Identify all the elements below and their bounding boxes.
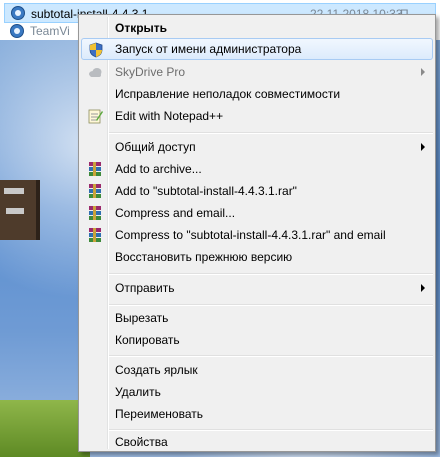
winrar-icon	[89, 184, 101, 198]
menu-item-label: Add to "subtotal-install-4.4.3.1.rar"	[115, 184, 297, 198]
menu-item-label: Исправление неполадок совместимости	[115, 87, 341, 101]
submenu-arrow-icon	[421, 68, 425, 76]
menu-item-rename[interactable]: Переименовать	[81, 403, 433, 425]
submenu-arrow-icon	[421, 143, 425, 151]
menu-item-label: Edit with Notepad++	[115, 109, 224, 123]
menu-item-delete[interactable]: Удалить	[81, 381, 433, 403]
menu-item-share[interactable]: Общий доступ	[81, 136, 433, 158]
menu-item-label: Создать ярлык	[115, 363, 198, 377]
file-name: TeamVi	[30, 24, 70, 38]
menu-item-compress-and-email[interactable]: Compress and email...	[81, 202, 433, 224]
winrar-icon	[89, 162, 101, 176]
menu-item-label: Общий доступ	[115, 140, 196, 154]
menu-separator	[109, 304, 433, 306]
context-menu: Открыть Запуск от имени администратора S…	[78, 14, 436, 452]
menu-item-run-as-admin[interactable]: Запуск от имени администратора	[81, 38, 433, 60]
shield-icon	[89, 42, 103, 58]
menu-item-label: Запуск от имени администратора	[115, 42, 302, 56]
menu-item-create-shortcut[interactable]: Создать ярлык	[81, 359, 433, 381]
menu-item-label: Удалить	[115, 385, 161, 399]
menu-item-cut[interactable]: Вырезать	[81, 307, 433, 329]
menu-item-compress-to-rar-and-email[interactable]: Compress to "subtotal-install-4.4.3.1.ra…	[81, 224, 433, 246]
cloud-icon	[89, 68, 102, 77]
menu-item-label: Переименовать	[115, 407, 203, 421]
menu-item-label: Compress to "subtotal-install-4.4.3.1.ra…	[115, 228, 386, 242]
menu-separator	[109, 132, 433, 134]
menu-item-skydrive-pro[interactable]: SkyDrive Pro	[81, 61, 433, 83]
menu-item-label: Открыть	[115, 21, 168, 35]
teamviewer-icon	[10, 24, 24, 38]
menu-item-add-to-rar[interactable]: Add to "subtotal-install-4.4.3.1.rar"	[81, 180, 433, 202]
winrar-icon	[89, 206, 101, 220]
grass-image	[0, 400, 90, 457]
installer-icon	[11, 6, 25, 20]
menu-item-restore-previous-version[interactable]: Восстановить прежнюю версию	[81, 246, 433, 268]
menu-item-label: Копировать	[115, 333, 180, 347]
menu-item-label: Свойства	[115, 435, 168, 449]
winrar-icon	[89, 228, 101, 242]
menu-separator	[109, 355, 433, 357]
menu-item-edit-notepadpp[interactable]: Edit with Notepad++	[81, 105, 433, 127]
menu-item-label: SkyDrive Pro	[115, 65, 186, 79]
menu-item-add-to-archive[interactable]: Add to archive...	[81, 158, 433, 180]
menu-item-send-to[interactable]: Отправить	[81, 277, 433, 299]
submenu-arrow-icon	[421, 284, 425, 292]
menu-item-label: Отправить	[115, 281, 175, 295]
menu-item-troubleshoot-compatibility[interactable]: Исправление неполадок совместимости	[81, 83, 433, 105]
menu-item-label: Вырезать	[115, 311, 169, 325]
notepadpp-icon	[88, 109, 103, 124]
menu-item-open[interactable]: Открыть	[81, 17, 433, 39]
menu-item-label: Compress and email...	[115, 206, 236, 220]
windmill-image	[0, 180, 40, 240]
menu-item-label: Восстановить прежнюю версию	[115, 250, 293, 264]
menu-separator	[109, 273, 433, 275]
menu-item-properties[interactable]: Свойства	[81, 431, 433, 453]
menu-item-copy[interactable]: Копировать	[81, 329, 433, 351]
menu-item-label: Add to archive...	[115, 162, 202, 176]
